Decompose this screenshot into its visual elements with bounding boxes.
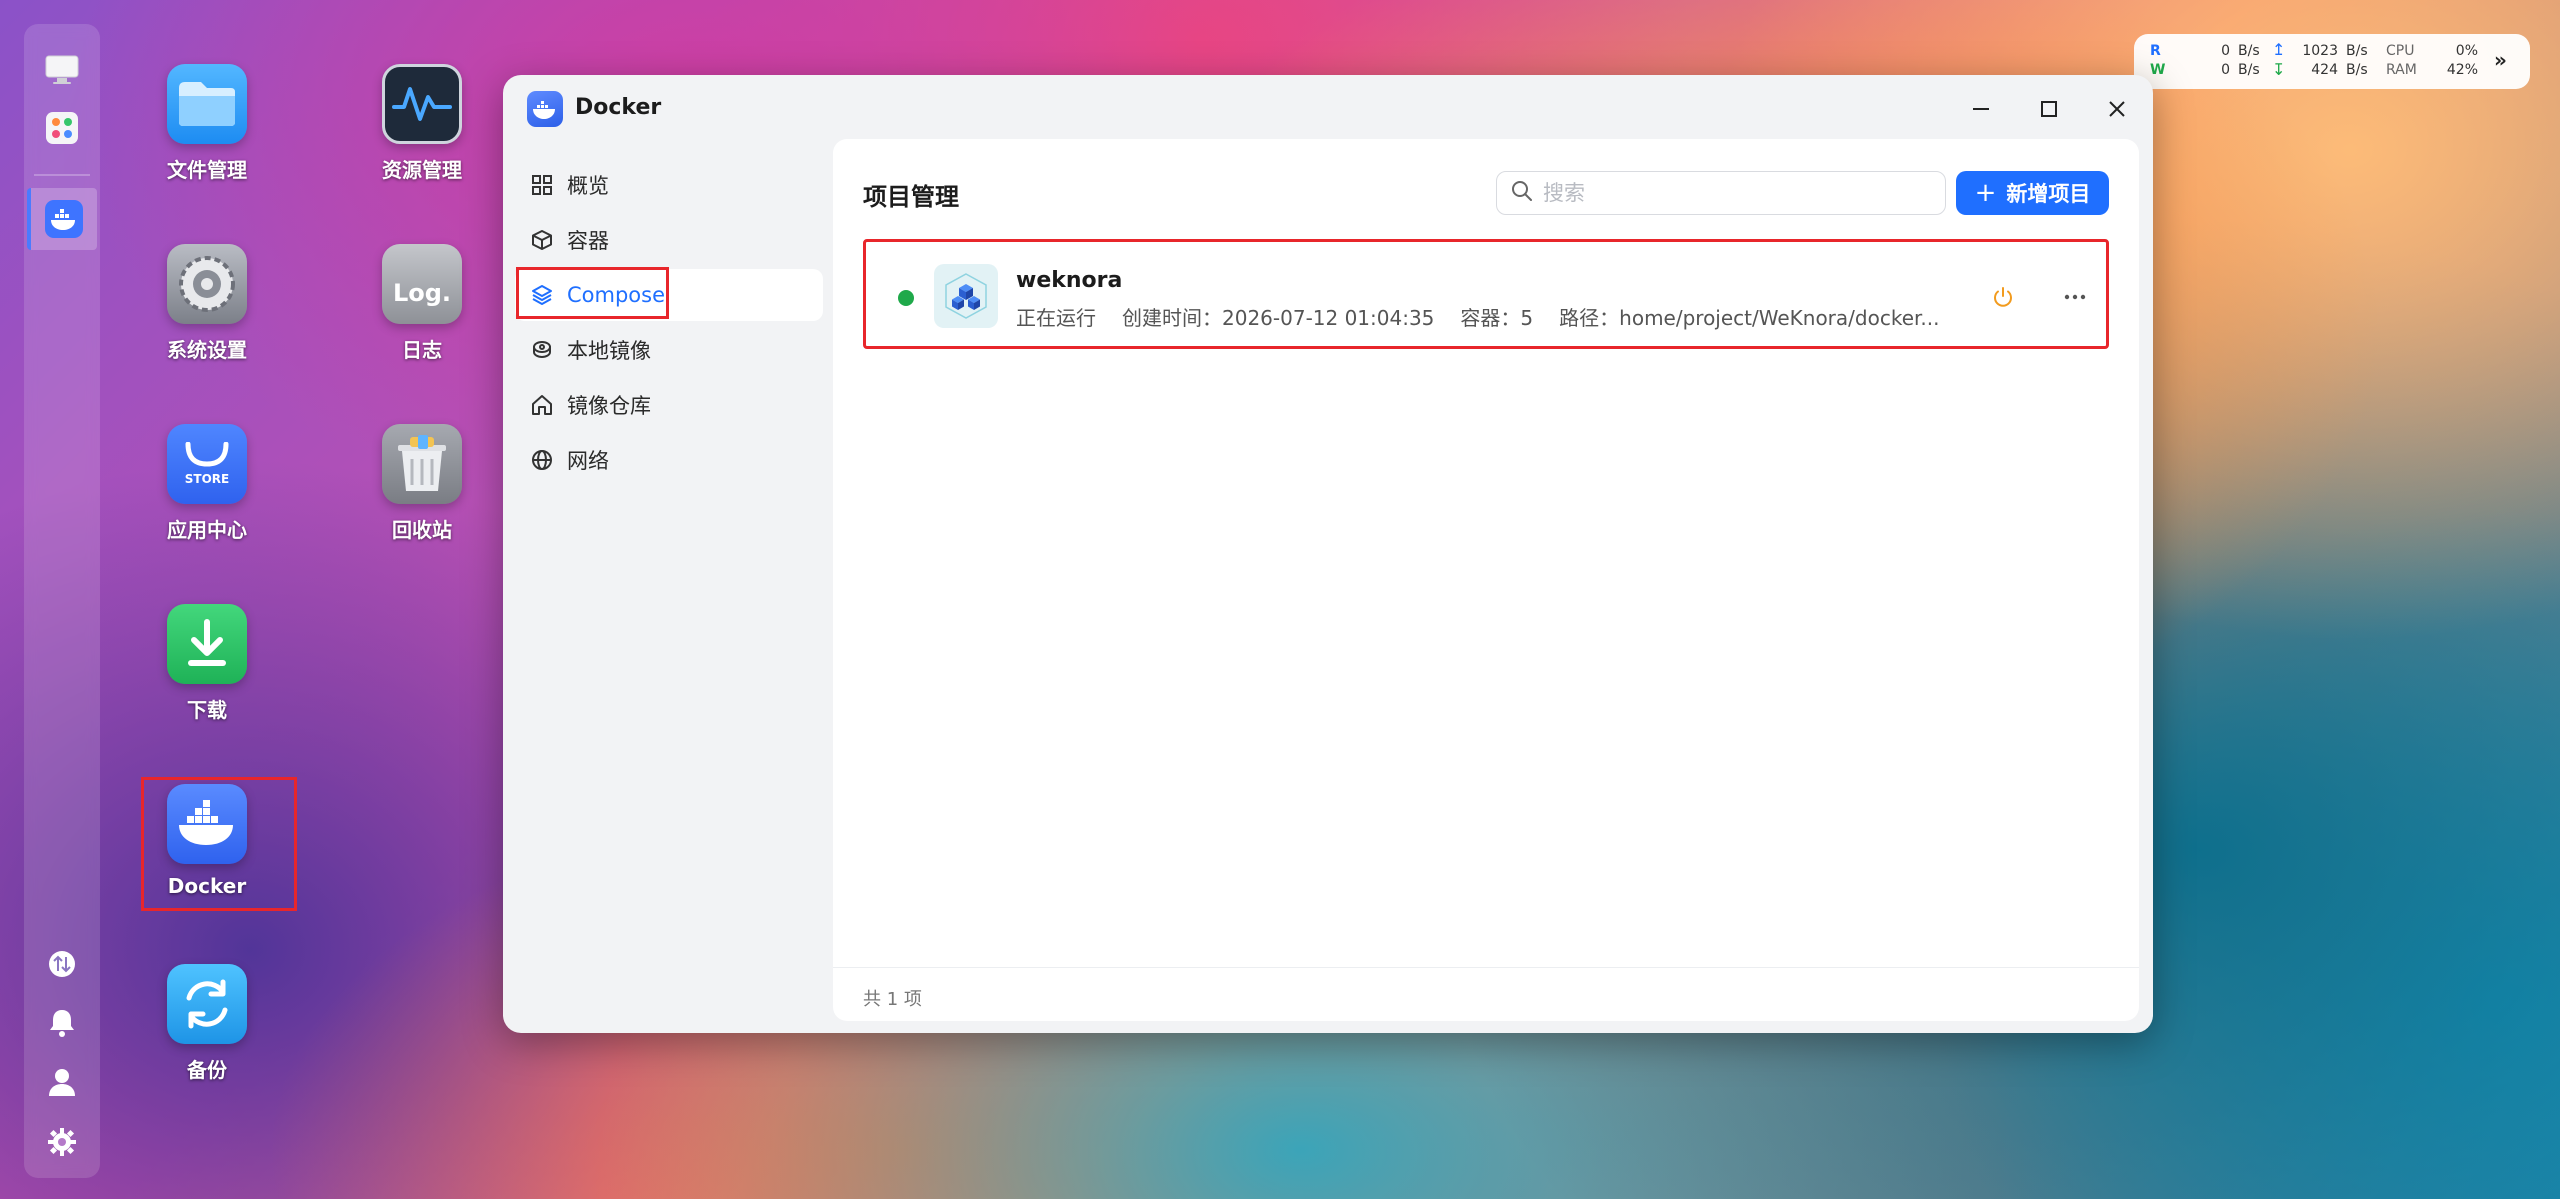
- nav-item-registry[interactable]: 镜像仓库: [515, 379, 823, 431]
- maximize-button[interactable]: [2029, 89, 2069, 129]
- project-cubes-icon: [934, 264, 998, 328]
- expand-chevron-icon[interactable]: »: [2494, 48, 2507, 72]
- running-status-dot: [898, 290, 914, 306]
- activity-monitor-icon: [382, 64, 462, 144]
- transfer-icon[interactable]: [40, 942, 84, 986]
- nav-label: 容器: [567, 229, 609, 253]
- desktop-icon-label: 回收站: [392, 518, 452, 542]
- search-input[interactable]: [1543, 181, 1923, 205]
- plus-icon: +: [1974, 178, 1997, 208]
- side-dock: [24, 24, 100, 1178]
- backup-icon: [167, 964, 247, 1044]
- item-count: 共 1 项: [863, 989, 922, 1010]
- project-name: weknora: [1016, 268, 1123, 293]
- window-titlebar[interactable]: Docker: [503, 75, 2153, 139]
- desktop-icon-label: 应用中心: [167, 518, 247, 542]
- desktop-icon-recycle-bin[interactable]: 回收站: [347, 424, 497, 584]
- desktop-icon-backup[interactable]: 备份: [132, 964, 282, 1124]
- project-path: 路径：home/project/WeKnora/docker...: [1559, 306, 1940, 330]
- main-content: 项目管理 + 新增项目 wek: [833, 139, 2139, 1021]
- disk-icon: [529, 337, 555, 363]
- log-icon: Log.: [382, 244, 462, 324]
- user-icon[interactable]: [40, 1060, 84, 1104]
- cube-icon: [529, 227, 555, 253]
- docker-highlight-box: [141, 777, 297, 911]
- desktop-icon-label: 日志: [402, 338, 442, 362]
- write-value: 0: [2221, 62, 2230, 78]
- close-button[interactable]: [2097, 89, 2137, 129]
- add-project-label: 新增项目: [2006, 182, 2091, 206]
- house-icon: [529, 392, 555, 418]
- desktop-icon-label: 备份: [187, 1058, 227, 1082]
- write-unit: B/s: [2238, 62, 2260, 78]
- grid-icon: [529, 172, 555, 198]
- upload-arrow-icon: ↥: [2272, 40, 2286, 59]
- app-store-icon: STORE: [167, 424, 247, 504]
- nav-item-local-images[interactable]: 本地镜像: [515, 324, 823, 376]
- desktop-icon-log[interactable]: Log. 日志: [347, 244, 497, 404]
- compose-highlight-box: [516, 267, 669, 319]
- upload-unit: B/s: [2346, 43, 2368, 59]
- download-icon: [167, 604, 247, 684]
- nav-item-overview[interactable]: 概览: [515, 159, 823, 211]
- read-label: R: [2150, 43, 2161, 59]
- read-unit: B/s: [2238, 43, 2260, 59]
- download-arrow-icon: ↧: [2272, 60, 2286, 79]
- nav-label: 网络: [567, 449, 609, 473]
- nav-label: 本地镜像: [567, 339, 651, 363]
- search-icon: [1511, 180, 1533, 206]
- app-launcher-icon[interactable]: [40, 106, 84, 150]
- desktop-icon-file-manager[interactable]: 文件管理: [132, 64, 282, 224]
- power-button[interactable]: [1986, 280, 2020, 314]
- download-value: 424: [2311, 62, 2338, 78]
- more-options-icon[interactable]: [2058, 280, 2092, 314]
- search-box[interactable]: [1496, 171, 1946, 215]
- nav-label: 概览: [567, 174, 609, 198]
- window-title: Docker: [575, 95, 662, 120]
- cpu-label: CPU: [2386, 43, 2415, 59]
- desktop-icon[interactable]: [40, 48, 84, 92]
- cpu-value: 0%: [2455, 43, 2478, 59]
- nav-item-network[interactable]: 网络: [515, 434, 823, 486]
- nav-item-containers[interactable]: 容器: [515, 214, 823, 266]
- docker-app-icon: [527, 91, 563, 127]
- globe-icon: [529, 447, 555, 473]
- add-project-button[interactable]: + 新增项目: [1956, 171, 2109, 215]
- bell-icon[interactable]: [40, 1000, 84, 1044]
- page-title: 项目管理: [863, 183, 959, 211]
- upload-value: 1023: [2302, 43, 2338, 59]
- dock-docker-icon[interactable]: [27, 188, 97, 250]
- project-meta: 正在运行 创建时间：2026-07-12 01:04:35 容器：5 路径：home/…: [1016, 302, 1965, 331]
- project-created: 创建时间：2026-07-12 01:04:35: [1122, 306, 1435, 330]
- folder-icon: [167, 64, 247, 144]
- docker-window: Docker 概览 容器 Compose 本地镜像 镜像仓库 网络 项目管理 搜…: [503, 75, 2153, 1033]
- ram-value: 42%: [2446, 62, 2478, 78]
- desktop-icon-label: 下载: [187, 698, 227, 722]
- ram-label: RAM: [2386, 62, 2417, 78]
- read-value: 0: [2221, 43, 2230, 59]
- gear-icon[interactable]: [40, 1120, 84, 1164]
- trash-icon: [382, 424, 462, 504]
- system-status-widget: R W 0 0 B/s B/s ↥ ↧ 1023 424 B/s B/s CPU…: [2134, 34, 2530, 89]
- desktop-icon-app-center[interactable]: STORE 应用中心: [132, 424, 282, 584]
- project-row[interactable]: weknora 正在运行 创建时间：2026-07-12 01:04:35 容器：5…: [863, 239, 2109, 349]
- settings-gear-icon: [167, 244, 247, 324]
- project-status: 正在运行: [1016, 306, 1096, 330]
- project-containers: 容器：5: [1460, 306, 1534, 330]
- desktop-icon-resource-monitor[interactable]: 资源管理: [347, 64, 497, 224]
- nav-label: 镜像仓库: [567, 394, 651, 418]
- desktop-icon-label: 文件管理: [167, 158, 247, 182]
- footer-divider: [833, 967, 2139, 968]
- minimize-button[interactable]: [1961, 89, 2001, 129]
- desktop-icon-label: 资源管理: [382, 158, 462, 182]
- desktop-icon-label: 系统设置: [167, 338, 247, 362]
- desktop-icon-download[interactable]: 下载: [132, 604, 282, 764]
- desktop-icon-system-settings[interactable]: 系统设置: [132, 244, 282, 404]
- download-unit: B/s: [2346, 62, 2368, 78]
